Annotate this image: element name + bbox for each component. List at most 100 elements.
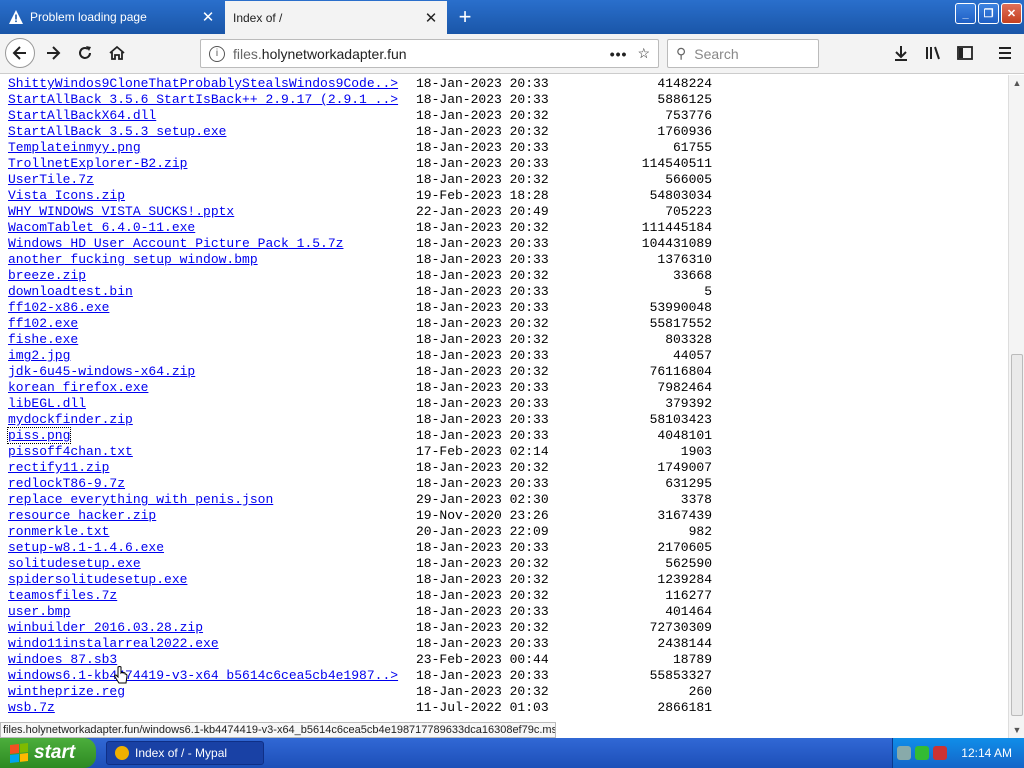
bookmark-star-icon[interactable]: ☆ [637,45,650,62]
close-tab-icon[interactable]: ✕ [200,9,216,25]
file-link[interactable]: wsb.7z [8,700,55,715]
file-link[interactable]: mydockfinder.zip [8,412,133,427]
search-input[interactable]: ⚲ Search [667,39,819,68]
file-link[interactable]: spidersolitudesetup.exe [8,572,187,587]
file-row: Vista Icons.zip 19-Feb-2023 18:28 54803034 [8,188,728,204]
downloads-icon[interactable] [890,42,912,64]
new-tab-button[interactable]: + [452,4,478,30]
file-row: StartAllBackX64.dll 18-Jan-2023 20:32 7537… [8,108,728,124]
file-date: 18-Jan-2023 20:33 [416,92,549,108]
scroll-up-icon[interactable]: ▲ [1009,75,1024,91]
file-link[interactable]: windows6.1-kb4474419-v3-x64_b5614c6cea5c… [8,668,398,683]
home-button[interactable] [102,38,132,68]
file-link[interactable]: Vista Icons.zip [8,188,125,203]
file-date: 18-Jan-2023 20:33 [416,252,549,268]
file-date: 18-Jan-2023 20:33 [416,300,549,316]
file-link[interactable]: teamosfiles.7z [8,588,117,603]
file-size: 5886125 [608,92,712,108]
file-date: 11-Jul-2022 01:03 [416,700,549,716]
address-bar[interactable]: i files.holynetworkadapter.fun ••• ☆ [200,39,659,68]
restore-button[interactable]: ❐ [978,3,999,24]
file-link[interactable]: replace everything with penis.json [8,492,273,507]
scroll-down-icon[interactable]: ▼ [1009,722,1024,738]
file-link[interactable]: ShittyWindos9CloneThatProbablyStealsWind… [8,76,398,91]
file-link[interactable]: StartAllBack_3.5.3_setup.exe [8,124,226,139]
file-size: 1749007 [608,460,712,476]
file-date: 18-Jan-2023 20:32 [416,332,549,348]
file-size: 803328 [608,332,712,348]
file-link[interactable]: breeze.zip [8,268,86,283]
file-size: 1903 [608,444,712,460]
volume-icon[interactable] [915,746,929,760]
file-link[interactable]: WHY WINDOWS VISTA SUCKS!.pptx [8,204,234,219]
file-link[interactable]: resource hacker.zip [8,508,156,523]
file-size: 116277 [608,588,712,604]
site-info-icon[interactable]: i [209,46,225,62]
file-link[interactable]: fishe.exe [8,332,78,347]
file-link[interactable]: user.bmp [8,604,70,619]
file-date: 18-Jan-2023 20:32 [416,108,549,124]
file-link[interactable]: wintheprize.reg [8,684,125,699]
file-row: WHY WINDOWS VISTA SUCKS!.pptx 22-Jan-2023… [8,204,728,220]
file-link[interactable]: winbuilder 2016.03.28.zip [8,620,203,635]
file-link[interactable]: libEGL.dll [8,396,86,411]
file-row: StartAllBack 3.5.6 StartIsBack++ 2.9.17 … [8,92,728,108]
file-link[interactable]: UserTile.7z [8,172,94,187]
sidebar-icon[interactable] [954,42,976,64]
file-date: 18-Jan-2023 20:32 [416,588,549,604]
library-icon[interactable] [922,42,944,64]
file-link[interactable]: StartAllBackX64.dll [8,108,156,123]
file-size: 2866181 [608,700,712,716]
file-row: another fucking setup window.bmp 18-Jan-2… [8,252,728,268]
vertical-scrollbar[interactable]: ▲ ▼ [1008,75,1024,738]
minimize-button[interactable]: _ [955,3,976,24]
file-link[interactable]: windo11instalarreal2022.exe [8,636,219,651]
file-link[interactable]: ff102-x86.exe [8,300,109,315]
file-size: 55817552 [608,316,712,332]
file-link[interactable]: ff102.exe [8,316,78,331]
menu-icon[interactable] [994,42,1016,64]
taskbar-item-mypal[interactable]: Index of / - Mypal [106,741,264,765]
file-link[interactable]: jdk-6u45-windows-x64.zip [8,364,195,379]
file-row: user.bmp 18-Jan-2023 20:33 401464 [8,604,728,620]
network-icon[interactable] [897,746,911,760]
file-size: 76116804 [608,364,712,380]
forward-button[interactable] [38,38,68,68]
scrollbar-thumb[interactable] [1011,354,1023,716]
system-tray: 12:14 AM [892,738,1024,768]
file-link[interactable]: windoes 87.sb3 [8,652,117,667]
file-link[interactable]: downloadtest.bin [8,284,133,299]
close-tab-icon[interactable]: ✕ [423,10,439,26]
file-link[interactable]: korean firefox.exe [8,380,148,395]
file-row: rectify11.zip 18-Jan-2023 20:32 1749007 [8,460,728,476]
file-link[interactable]: WacomTablet_6.4.0-11.exe [8,220,195,235]
file-link[interactable]: pissoff4chan.txt [8,444,133,459]
file-link[interactable]: another fucking setup window.bmp [8,252,258,267]
file-link[interactable]: rectify11.zip [8,460,109,475]
start-button[interactable]: start [0,738,96,768]
security-shield-icon[interactable] [933,746,947,760]
file-row: teamosfiles.7z 18-Jan-2023 20:32 116277 [8,588,728,604]
tab-problem-loading[interactable]: Problem loading page ✕ [0,2,224,32]
back-button[interactable] [5,38,35,68]
link-status: files.holynetworkadapter.fun/windows6.1-… [0,722,556,738]
file-link[interactable]: piss.png [8,428,70,443]
tab-index[interactable]: Index of / ✕ [225,1,447,34]
file-link[interactable]: ronmerkle.txt [8,524,109,539]
file-link[interactable]: TrollnetExplorer-B2.zip [8,156,187,171]
file-link[interactable]: setup-w8.1-1.4.6.exe [8,540,164,555]
file-row: ff102.exe 18-Jan-2023 20:32 55817552 [8,316,728,332]
file-size: 72730309 [608,620,712,636]
file-link[interactable]: redlockT86-9.7z [8,476,125,491]
file-row: StartAllBack_3.5.3_setup.exe 18-Jan-2023 … [8,124,728,140]
file-link[interactable]: img2.jpg [8,348,70,363]
close-window-button[interactable]: ✕ [1001,3,1022,24]
file-link[interactable]: Windows HD User Account Picture Pack 1.5… [8,236,343,251]
page-actions-icon[interactable]: ••• [610,46,628,62]
file-row: fishe.exe 18-Jan-2023 20:32 803328 [8,332,728,348]
reload-button[interactable] [70,38,100,68]
file-link[interactable]: solitudesetup.exe [8,556,141,571]
file-link[interactable]: Templateinmyy.png [8,140,141,155]
file-size: 18789 [608,652,712,668]
file-link[interactable]: StartAllBack 3.5.6 StartIsBack++ 2.9.17 … [8,92,398,107]
